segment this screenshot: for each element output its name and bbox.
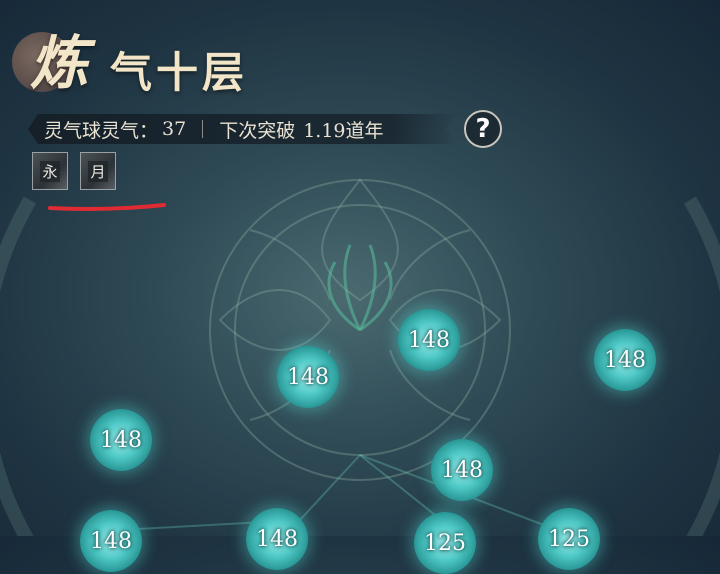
qi-label: 灵气球灵气： — [44, 119, 159, 142]
qi-value: 37 — [162, 118, 187, 140]
spirit-orb[interactable]: 148 — [431, 439, 493, 501]
next-breakthrough-value: 1.19道年 — [303, 119, 384, 142]
orb-value: 148 — [287, 364, 329, 390]
help-button[interactable]: ? — [464, 110, 502, 148]
spirit-orb[interactable]: 148 — [246, 508, 308, 570]
spirit-orb[interactable]: 148 — [398, 309, 460, 371]
info-divider — [202, 120, 203, 138]
spirit-orb[interactable]: 148 — [277, 346, 339, 408]
orb-value: 148 — [604, 347, 646, 373]
realm-title-level: 气十层 — [110, 48, 249, 97]
next-breakthrough-label: 下次突破 — [219, 119, 296, 142]
orb-value: 125 — [548, 526, 590, 552]
orb-value: 148 — [90, 528, 132, 554]
spirit-orb[interactable]: 148 — [80, 510, 142, 572]
orb-value: 148 — [256, 526, 298, 552]
spirit-orb[interactable]: 125 — [538, 508, 600, 570]
orb-value: 148 — [408, 327, 450, 353]
realm-title: 炼 气十层 — [12, 28, 272, 108]
spirit-orb[interactable]: 148 — [594, 329, 656, 391]
permanent-badge[interactable]: 永 — [32, 152, 68, 190]
permanent-badge-label: 永 — [40, 160, 60, 182]
realm-title-main: 炼 — [30, 29, 89, 97]
orb-value: 148 — [100, 427, 142, 453]
spirit-orb[interactable]: 125 — [414, 512, 476, 574]
orb-value: 125 — [424, 530, 466, 556]
monthly-badge[interactable]: 月 — [80, 152, 116, 190]
red-underline-annotation — [48, 203, 166, 211]
spirit-orb[interactable]: 148 — [90, 409, 152, 471]
monthly-badge-label: 月 — [88, 160, 108, 182]
orb-value: 148 — [441, 457, 483, 483]
cultivation-info-bar: 灵气球灵气： 37 下次突破 1.19道年 — [28, 114, 458, 144]
